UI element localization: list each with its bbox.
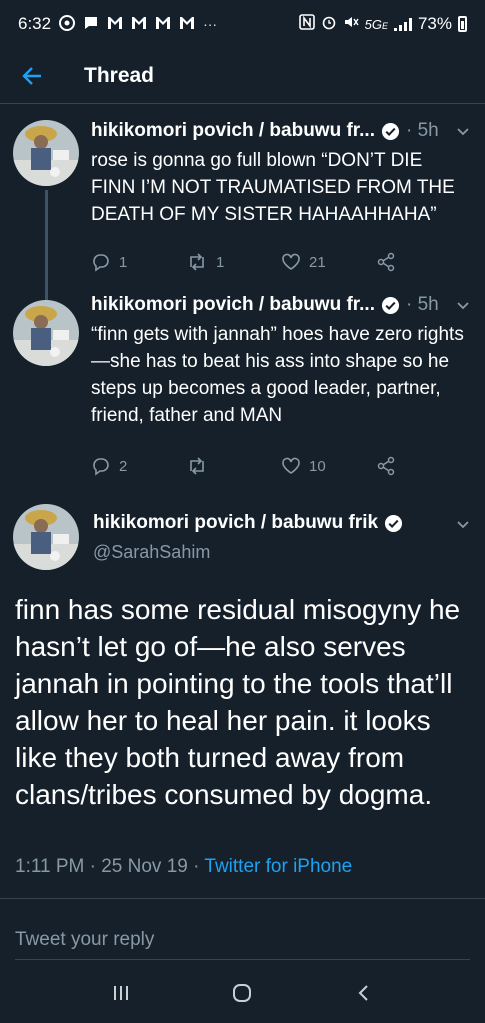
alarm-icon [321, 14, 337, 35]
more-notifications-icon: ··· [203, 16, 218, 32]
reply-count: 2 [119, 457, 128, 475]
tweet-text: rose is gonna go full blown “DON’T DIE F… [91, 150, 455, 225]
home-button[interactable] [212, 973, 272, 1013]
battery-level: 73% [417, 14, 452, 33]
tweet-actions: 2 10 [91, 456, 471, 476]
verified-badge-icon [384, 514, 403, 533]
tweet-timestamp: 1:11 PM · 25 Nov 19 · [15, 856, 205, 877]
recent-apps-button[interactable] [91, 973, 151, 1013]
share-button[interactable] [376, 456, 471, 476]
reply-count: 1 [119, 253, 128, 271]
message-icon [83, 15, 99, 34]
verified-badge-icon [381, 296, 400, 315]
like-button[interactable]: 21 [281, 252, 376, 272]
chevron-down-icon[interactable] [455, 123, 471, 139]
mute-icon [343, 14, 359, 35]
reply-composer[interactable]: Tweet your reply [0, 898, 485, 960]
nfc-icon [298, 13, 315, 35]
back-nav-button[interactable] [334, 973, 394, 1013]
retweet-icon [190, 457, 204, 475]
like-count: 21 [309, 253, 326, 271]
signal-icon [393, 17, 412, 31]
arrow-left-icon [22, 66, 41, 85]
tweet-actions: 1 1 21 [91, 252, 471, 272]
reply-button[interactable]: 1 [91, 252, 186, 272]
home-icon [233, 983, 252, 1002]
reply-icon [93, 254, 109, 272]
retweet-button[interactable] [186, 456, 281, 476]
display-name[interactable]: hikikomori povich / babuwu fr... [91, 120, 375, 142]
chevron-down-icon[interactable] [455, 516, 471, 537]
display-name[interactable]: hikikomori povich / babuwu frik [93, 512, 378, 534]
retweet-count: 1 [216, 253, 225, 271]
avatar[interactable] [13, 300, 79, 366]
network-type: 5GE [364, 16, 388, 32]
chevron-down-icon[interactable] [455, 297, 471, 313]
share-button[interactable] [376, 252, 471, 272]
page-title: Thread [84, 63, 155, 87]
reply-icon [93, 458, 109, 476]
share-icon [377, 252, 395, 272]
chevron-left-icon [358, 984, 368, 1001]
tweet-time: · 5h [405, 120, 439, 141]
retweet-button[interactable]: 1 [186, 252, 281, 272]
tweet-text: “finn gets with jannah” hoes have zero r… [91, 324, 464, 426]
back-button[interactable] [0, 65, 64, 87]
tweet-header: hikikomori povich / babuwu fr... · 5h [91, 294, 471, 316]
gmail-icon-4 [179, 16, 195, 33]
display-name[interactable]: hikikomori povich / babuwu fr... [91, 294, 375, 316]
retweet-icon [190, 253, 204, 271]
avatar[interactable] [13, 120, 79, 186]
heart-icon [282, 253, 300, 270]
heart-icon [282, 457, 300, 474]
status-time: 6:32 [18, 14, 52, 33]
like-count: 10 [309, 457, 326, 475]
battery-icon [458, 16, 467, 32]
share-icon [377, 456, 395, 476]
verified-badge-icon [381, 122, 400, 141]
tweet-meta: 1:11 PM · 25 Nov 19 · Twitter for iPhone [15, 856, 352, 878]
reply-input[interactable]: Tweet your reply [15, 929, 154, 951]
thread-connector [45, 190, 48, 294]
divider [15, 959, 470, 960]
like-button[interactable]: 10 [281, 456, 376, 476]
chrome-icon [59, 14, 76, 34]
tweet-header: hikikomori povich / babuwu fr... · 5h [91, 120, 471, 142]
gmail-icon-3 [155, 16, 171, 33]
tweet-time: · 5h [405, 294, 439, 315]
main-tweet-author[interactable]: hikikomori povich / babuwu frik [93, 512, 403, 534]
recent-apps-icon [113, 985, 128, 1000]
main-tweet-text: finn has some residual misogyny he hasn’… [15, 594, 461, 810]
app-header: Thread [0, 48, 485, 104]
status-bar: 6:32 ··· 5GE 73% [0, 0, 485, 48]
gmail-icon-1 [107, 16, 123, 33]
main-tweet-avatar[interactable] [13, 504, 79, 570]
thread-tweet-1[interactable]: hikikomori povich / babuwu fr... · 5h ro… [0, 104, 485, 294]
system-nav-bar [0, 962, 485, 1023]
reply-button[interactable]: 2 [91, 456, 186, 476]
gmail-icon-2 [131, 16, 147, 33]
user-handle[interactable]: @SarahSahim [93, 542, 210, 563]
tweet-source-link[interactable]: Twitter for iPhone [204, 856, 352, 877]
thread-tweet-2[interactable]: hikikomori povich / babuwu fr... · 5h “f… [0, 294, 485, 490]
